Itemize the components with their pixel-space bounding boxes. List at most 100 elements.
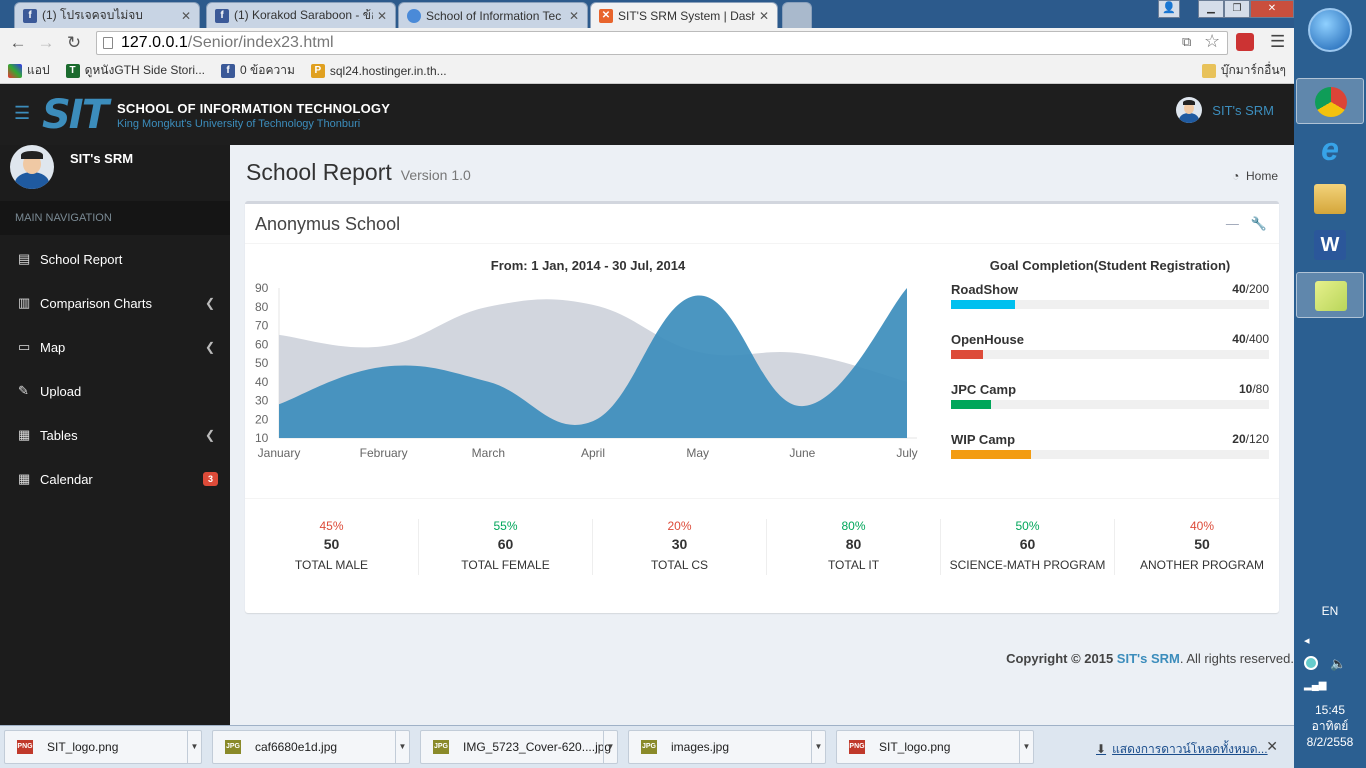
report-box: Anonymus School — 🔧 From: 1 Jan, 2014 - …: [245, 201, 1279, 613]
data-point: [799, 351, 805, 357]
app-header: ☰ SIT SCHOOL OF INFORMATION TECHNOLOGY K…: [0, 85, 1294, 145]
x-tick-label: June: [789, 446, 815, 460]
breadcrumb-home[interactable]: Home: [1246, 169, 1278, 183]
y-tick-label: 30: [255, 394, 269, 408]
calendar-icon: ▦: [18, 471, 31, 486]
browser-tab[interactable]: f (1) Korakod Saraboon - ข้อความ ✕: [206, 2, 396, 28]
sidebar-item-calendar[interactable]: ▦ Calendar 3: [0, 457, 230, 501]
download-item[interactable]: PNG SIT_logo.png ▼: [4, 730, 202, 764]
sidebar-item-tables[interactable]: ▦ Tables ❮: [0, 413, 230, 457]
chart-title: From: 1 Jan, 2014 - 30 Jul, 2014: [490, 258, 686, 273]
y-tick-label: 60: [255, 337, 269, 351]
menu-icon[interactable]: ☰: [1270, 32, 1285, 52]
language-indicator[interactable]: EN: [1294, 604, 1366, 618]
dropdown-arrow-icon[interactable]: ▼: [395, 731, 409, 763]
goal-number: 40/200: [1232, 282, 1269, 296]
download-bar: PNG SIT_logo.png ▼ JPG caf6680e1d.jpg ▼ JPG IMG…: [0, 725, 1294, 768]
dropdown-arrow-icon[interactable]: ▼: [603, 731, 617, 763]
taskbar-chrome[interactable]: [1296, 78, 1364, 124]
file-icon: PNG: [849, 740, 865, 754]
taskbar-sticky-notes[interactable]: [1296, 272, 1364, 318]
x-tick-label: February: [360, 446, 408, 460]
dropdown-arrow-icon[interactable]: ▼: [811, 731, 825, 763]
show-all-downloads-link[interactable]: ⬇ แสดงการดาวน์โหลดทั้งหมด...: [1096, 740, 1268, 759]
signal-icon[interactable]: ▂▄▆: [1304, 680, 1326, 691]
edit-icon: ✎: [18, 383, 29, 398]
taskbar-explorer[interactable]: [1296, 176, 1364, 222]
header-user-menu[interactable]: SIT's SRM: [1176, 97, 1274, 123]
download-item[interactable]: JPG images.jpg ▼: [628, 730, 826, 764]
tray-expand-icon[interactable]: ◂: [1304, 634, 1310, 647]
wrench-icon[interactable]: 🔧: [1251, 216, 1267, 232]
sidebar-item-upload[interactable]: ✎ Upload: [0, 369, 230, 413]
taskbar-ie[interactable]: e: [1296, 126, 1364, 172]
footer-brand-link[interactable]: SIT's SRM: [1117, 651, 1180, 666]
close-tab-icon[interactable]: ✕: [569, 9, 579, 23]
browser-tab[interactable]: f (1) โปรเจคจบไม่จบ ✕: [14, 2, 200, 28]
xampp-icon: ✕: [599, 8, 613, 23]
sidebar-item-school-report[interactable]: ▤ School Report: [0, 237, 230, 281]
bookmark-item[interactable]: f 0 ข้อความ: [221, 61, 295, 80]
app: ☰ SIT SCHOOL OF INFORMATION TECHNOLOGY K…: [0, 85, 1294, 725]
other-bookmarks[interactable]: บุ๊กมาร์กอื่นๆ: [1201, 61, 1286, 80]
x-tick-label: May: [686, 446, 709, 460]
close-tab-icon[interactable]: ✕: [181, 9, 191, 23]
network-app-icon[interactable]: [1304, 656, 1318, 670]
stat-value: 50: [323, 536, 340, 552]
download-item[interactable]: JPG caf6680e1d.jpg ▼: [212, 730, 410, 764]
forward-icon[interactable]: →: [32, 33, 60, 53]
stat-label: ANOTHER PROGRAM: [1139, 558, 1264, 572]
progress-bar-fill: [951, 350, 983, 359]
maximize-button[interactable]: ❐: [1224, 0, 1250, 18]
copyright-text: Copyright © 2015: [1006, 651, 1117, 666]
taskbar-word[interactable]: W: [1296, 222, 1364, 268]
breadcrumb[interactable]: ◔ Home: [1232, 169, 1278, 183]
clock[interactable]: 15:45 อาทิตย์ 8/2/2558: [1294, 702, 1366, 750]
bookmark-label: sql24.hostinger.in.th...: [329, 63, 447, 78]
browser-tab[interactable]: School of Information Tec ✕: [398, 2, 588, 28]
progress-bar-fill: [951, 450, 1031, 459]
box-tools: — 🔧: [1226, 216, 1267, 232]
stat-label: TOTAL FEMALE: [461, 558, 550, 572]
description-block: 45% 50 TOTAL MALE: [245, 519, 419, 575]
address-bar[interactable]: 127.0.0.1/Senior/index23.html: [96, 31, 1228, 55]
goal-label: WIP Camp: [951, 432, 1016, 447]
bookmark-item[interactable]: T ดูหนังGTH Side Stori...: [65, 61, 205, 80]
back-icon[interactable]: ←: [4, 33, 32, 53]
reload-icon[interactable]: ↻: [60, 33, 88, 53]
minimize-button[interactable]: ▁: [1198, 0, 1224, 18]
hamburger-icon[interactable]: ☰: [14, 103, 30, 124]
url-path: /Senior/index23.html: [187, 34, 334, 51]
y-tick-label: 40: [255, 375, 269, 389]
bookmark-star-icon[interactable]: ☆: [1204, 31, 1220, 52]
dropdown-arrow-icon[interactable]: ▼: [187, 731, 201, 763]
goal-progress-group: WIP Camp 20/120: [951, 432, 1269, 472]
close-tab-icon[interactable]: ✕: [377, 9, 387, 23]
browser-tab-active[interactable]: ✕ SIT'S SRM System | Dashb ✕: [590, 2, 778, 28]
close-window-button[interactable]: ✕: [1250, 0, 1294, 18]
table-icon: ▦: [18, 427, 31, 442]
start-button[interactable]: [1308, 8, 1352, 52]
dropdown-arrow-icon[interactable]: ▼: [1019, 731, 1033, 763]
stat-label: TOTAL CS: [650, 558, 709, 572]
translate-icon[interactable]: ⧉: [1182, 34, 1191, 50]
data-point: [799, 403, 805, 409]
avatar: [10, 145, 54, 189]
windows-taskbar: e W EN ◂ 🔈 ▂▄▆ 15:45 อาทิตย์ 8/2/2558: [1294, 0, 1366, 768]
close-download-bar-icon[interactable]: ✕: [1266, 738, 1278, 755]
download-item[interactable]: PNG SIT_logo.png ▼: [836, 730, 1034, 764]
site-logo[interactable]: SIT SCHOOL OF INFORMATION TECHNOLOGY Kin…: [42, 92, 390, 138]
extension-icon[interactable]: [1236, 33, 1254, 51]
bookmark-item[interactable]: Psql24.hostinger.in.th...: [310, 63, 447, 78]
close-tab-icon[interactable]: ✕: [759, 9, 769, 23]
dashboard-icon: ◔: [1232, 169, 1240, 183]
collapse-icon[interactable]: —: [1226, 216, 1239, 232]
new-tab-button[interactable]: [782, 2, 812, 28]
sidebar-item-comparison-charts[interactable]: ▥ Comparison Charts ❮: [0, 281, 230, 325]
user-profile-icon[interactable]: 👤: [1158, 0, 1180, 18]
sidebar-item-map[interactable]: ▭ Map ❮: [0, 325, 230, 369]
download-filename: IMG_5723_Cover-620....jpg: [463, 740, 612, 754]
download-item[interactable]: JPG IMG_5723_Cover-620....jpg ▼: [420, 730, 618, 764]
bookmark-apps[interactable]: แอป: [8, 61, 50, 80]
speaker-icon[interactable]: 🔈: [1330, 656, 1346, 672]
